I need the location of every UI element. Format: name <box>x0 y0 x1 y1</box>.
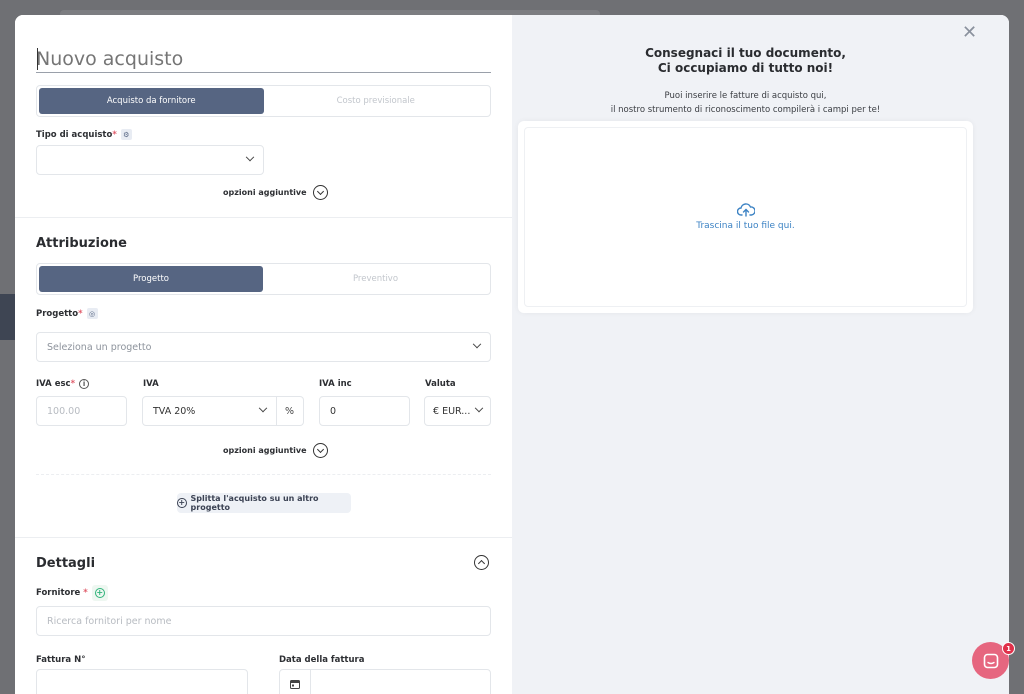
chevron-down-icon <box>472 339 482 349</box>
chevron-down-icon <box>258 403 268 413</box>
file-dropzone[interactable]: Trascina il tuo file qui. <box>518 121 973 313</box>
close-icon[interactable]: ✕ <box>962 22 977 43</box>
section-divider <box>15 537 512 538</box>
purchase-type-tabs: Acquisto da fornitore Costo previsionale <box>36 85 491 117</box>
required-mark: * <box>112 129 117 140</box>
invoice-number-label: Fattura N° <box>36 655 86 665</box>
more-options-toggle-1[interactable]: opzioni aggiuntive <box>223 185 328 200</box>
settings-icon[interactable]: ◎ <box>86 308 98 319</box>
collapse-details-toggle[interactable] <box>474 555 489 570</box>
chevron-down-circle-icon <box>312 443 328 458</box>
attribution-tabs: Progetto Preventivo <box>36 263 491 295</box>
iva-inc-input[interactable]: 0 <box>319 396 410 426</box>
currency-value: € EUR... <box>433 405 471 417</box>
project-select[interactable]: Seleziona un progetto <box>36 332 491 362</box>
dropzone-text: Trascina il tuo file qui. <box>696 221 795 231</box>
currency-label: Valuta <box>425 379 456 389</box>
calendar-icon <box>290 680 300 689</box>
file-dropzone-inner: Trascina il tuo file qui. <box>524 127 967 307</box>
iva-select[interactable]: TVA 20% <box>142 396 277 426</box>
invoice-date-label: Data della fattura <box>279 655 365 665</box>
iva-percent-addon: % <box>276 396 304 426</box>
chevron-down-icon <box>474 403 484 413</box>
supplier-placeholder: Ricerca fornitori per nome <box>47 615 172 627</box>
more-options-label: opzioni aggiuntive <box>223 446 307 455</box>
required-mark: * <box>83 588 88 598</box>
upload-title-line2: Ci occupiamo di tutto noi! <box>657 61 834 75</box>
iva-esc-placeholder: 100.00 <box>47 405 81 417</box>
iva-esc-label-text: IVA esc <box>36 379 71 389</box>
dashed-divider <box>36 474 491 475</box>
purchase-type-label: Tipo di acquisto* ⚙ <box>36 129 132 140</box>
chat-icon <box>983 653 998 668</box>
project-label-text: Progetto <box>36 308 79 319</box>
invoice-date-input[interactable] <box>310 669 491 694</box>
chevron-down-circle-icon <box>312 185 328 200</box>
currency-select[interactable]: € EUR... <box>424 396 491 426</box>
section-title-attribuzione: Attribuzione <box>36 236 127 251</box>
iva-value: TVA 20% <box>153 405 196 417</box>
iva-inc-value: 0 <box>330 405 337 417</box>
form-panel: Acquisto da fornitore Costo previsionale… <box>15 15 512 694</box>
purchase-type-select[interactable] <box>36 145 264 175</box>
supplier-search-input[interactable]: Ricerca fornitori per nome <box>36 606 491 636</box>
plus-circle-icon: + <box>177 498 187 508</box>
chevron-up-circle-icon <box>474 555 489 570</box>
purchase-title-input[interactable] <box>36 45 491 73</box>
upload-subtitle-line1: Puoi inserire le fatture di acquisto qui… <box>664 91 827 101</box>
split-purchase-label: Splitta l'acquisto su un altro progetto <box>190 494 319 512</box>
more-options-toggle-2[interactable]: opzioni aggiuntive <box>223 443 328 458</box>
background-sidebar-strip <box>0 294 15 340</box>
chevron-down-icon <box>245 152 255 162</box>
project-label: Progetto* ◎ <box>36 308 98 319</box>
tab-preventivo[interactable]: Preventivo <box>263 266 488 292</box>
more-options-label: opzioni aggiuntive <box>223 188 307 197</box>
tab-costo-previsionale[interactable]: Costo previsionale <box>264 88 489 114</box>
iva-esc-label: IVA esc* i <box>36 379 90 389</box>
info-icon[interactable]: i <box>79 379 90 389</box>
split-purchase-button[interactable]: + Splitta l'acquisto su un altro progett… <box>177 493 351 513</box>
add-supplier-button[interactable]: + <box>91 585 108 601</box>
text-cursor <box>37 48 38 70</box>
required-mark: * <box>70 379 76 389</box>
plus-circle-icon: + <box>94 588 105 598</box>
invoice-number-input[interactable] <box>36 669 248 694</box>
required-mark: * <box>78 308 83 319</box>
iva-label: IVA <box>143 379 159 389</box>
supplier-label-text: Fornitore <box>36 588 81 598</box>
gear-icon[interactable]: ⚙ <box>120 129 132 140</box>
iva-esc-input[interactable]: 100.00 <box>36 396 127 426</box>
calendar-button[interactable] <box>279 669 311 694</box>
cloud-upload-icon <box>736 203 755 217</box>
upload-title-line1: Consegnaci il tuo documento, <box>645 46 846 60</box>
section-title-dettagli: Dettagli <box>36 556 96 571</box>
section-divider <box>15 217 512 218</box>
supplier-label: Fornitore * + <box>36 585 108 601</box>
project-placeholder: Seleziona un progetto <box>47 341 152 353</box>
upload-subtitle-line2: il nostro strumento di riconoscimento co… <box>610 105 881 115</box>
tab-acquisto-da-fornitore[interactable]: Acquisto da fornitore <box>39 88 264 114</box>
tab-progetto[interactable]: Progetto <box>39 266 263 292</box>
iva-inc-label: IVA inc <box>319 379 352 389</box>
chat-notification-badge: 1 <box>1002 642 1015 655</box>
purchase-type-label-text: Tipo di acquisto <box>36 129 113 140</box>
